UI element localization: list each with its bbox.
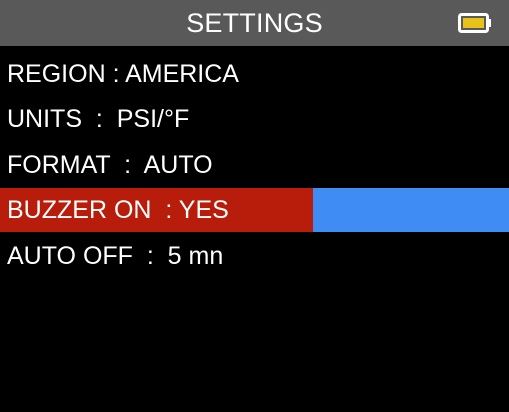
menu-item-units[interactable]: UNITS : PSI/°F	[0, 97, 509, 141]
page-title: SETTINGS	[186, 8, 323, 38]
battery-full-icon	[458, 13, 492, 33]
settings-screen: SETTINGS REGION : AMERICA UNITS : PSI/°F…	[0, 0, 509, 412]
menu-item-label: UNITS : PSI/°F	[7, 105, 190, 133]
menu-item-label: REGION : AMERICA	[7, 60, 239, 88]
header-bar: SETTINGS	[0, 0, 509, 46]
selection-accent-bar	[313, 188, 509, 232]
menu-item-region[interactable]: REGION : AMERICA	[0, 52, 509, 96]
menu-item-auto-off[interactable]: AUTO OFF : 5 mn	[0, 234, 509, 278]
menu-item-label: AUTO OFF : 5 mn	[7, 242, 224, 270]
menu-item-label: FORMAT : AUTO	[7, 151, 213, 179]
menu-item-format[interactable]: FORMAT : AUTO	[0, 143, 509, 187]
menu-item-label: BUZZER ON : YES	[7, 196, 229, 224]
menu-item-buzzer[interactable]: BUZZER ON : YES	[0, 188, 509, 232]
